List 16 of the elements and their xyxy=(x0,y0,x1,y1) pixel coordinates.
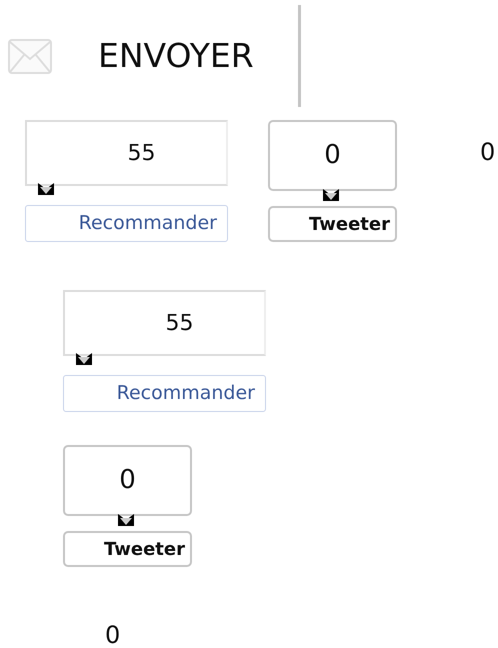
like-count: 55 xyxy=(25,120,228,186)
notch-icon xyxy=(38,183,54,195)
tweet-button[interactable]: Tweeter xyxy=(63,531,192,567)
envelope-icon[interactable] xyxy=(8,38,52,74)
notch-icon xyxy=(323,189,339,201)
tweet-count: 0 xyxy=(63,445,192,516)
send-label[interactable]: ENVOYER xyxy=(98,31,254,81)
recommend-button[interactable]: Recommander xyxy=(63,375,266,412)
recommend-button[interactable]: Recommander xyxy=(25,205,228,242)
notch-icon xyxy=(118,514,134,526)
tweet-count: 0 xyxy=(268,120,397,191)
share-count: 0 xyxy=(105,620,120,648)
like-count: 55 xyxy=(63,290,266,356)
share-count: 0 xyxy=(480,137,496,168)
notch-icon xyxy=(76,353,92,365)
tweet-button[interactable]: Tweeter xyxy=(268,206,397,242)
